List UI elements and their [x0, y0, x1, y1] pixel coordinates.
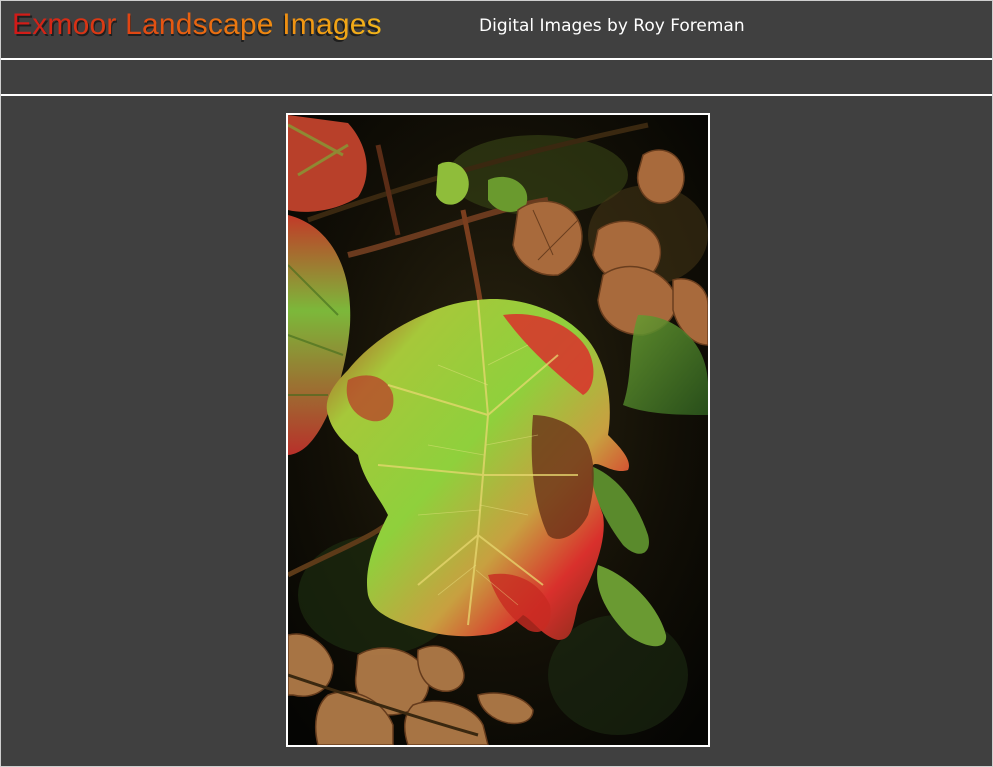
navigation-bar — [1, 60, 992, 94]
site-subtitle: Digital Images by Roy Foreman — [479, 16, 745, 36]
main-photo[interactable] — [286, 113, 710, 747]
leaf-photo-image — [288, 115, 708, 745]
site-header: Exmoor Landscape Images Exmoor Landscape… — [0, 0, 993, 58]
header-divider-bottom — [1, 94, 992, 96]
site-title[interactable]: Exmoor Landscape Images — [12, 8, 382, 42]
